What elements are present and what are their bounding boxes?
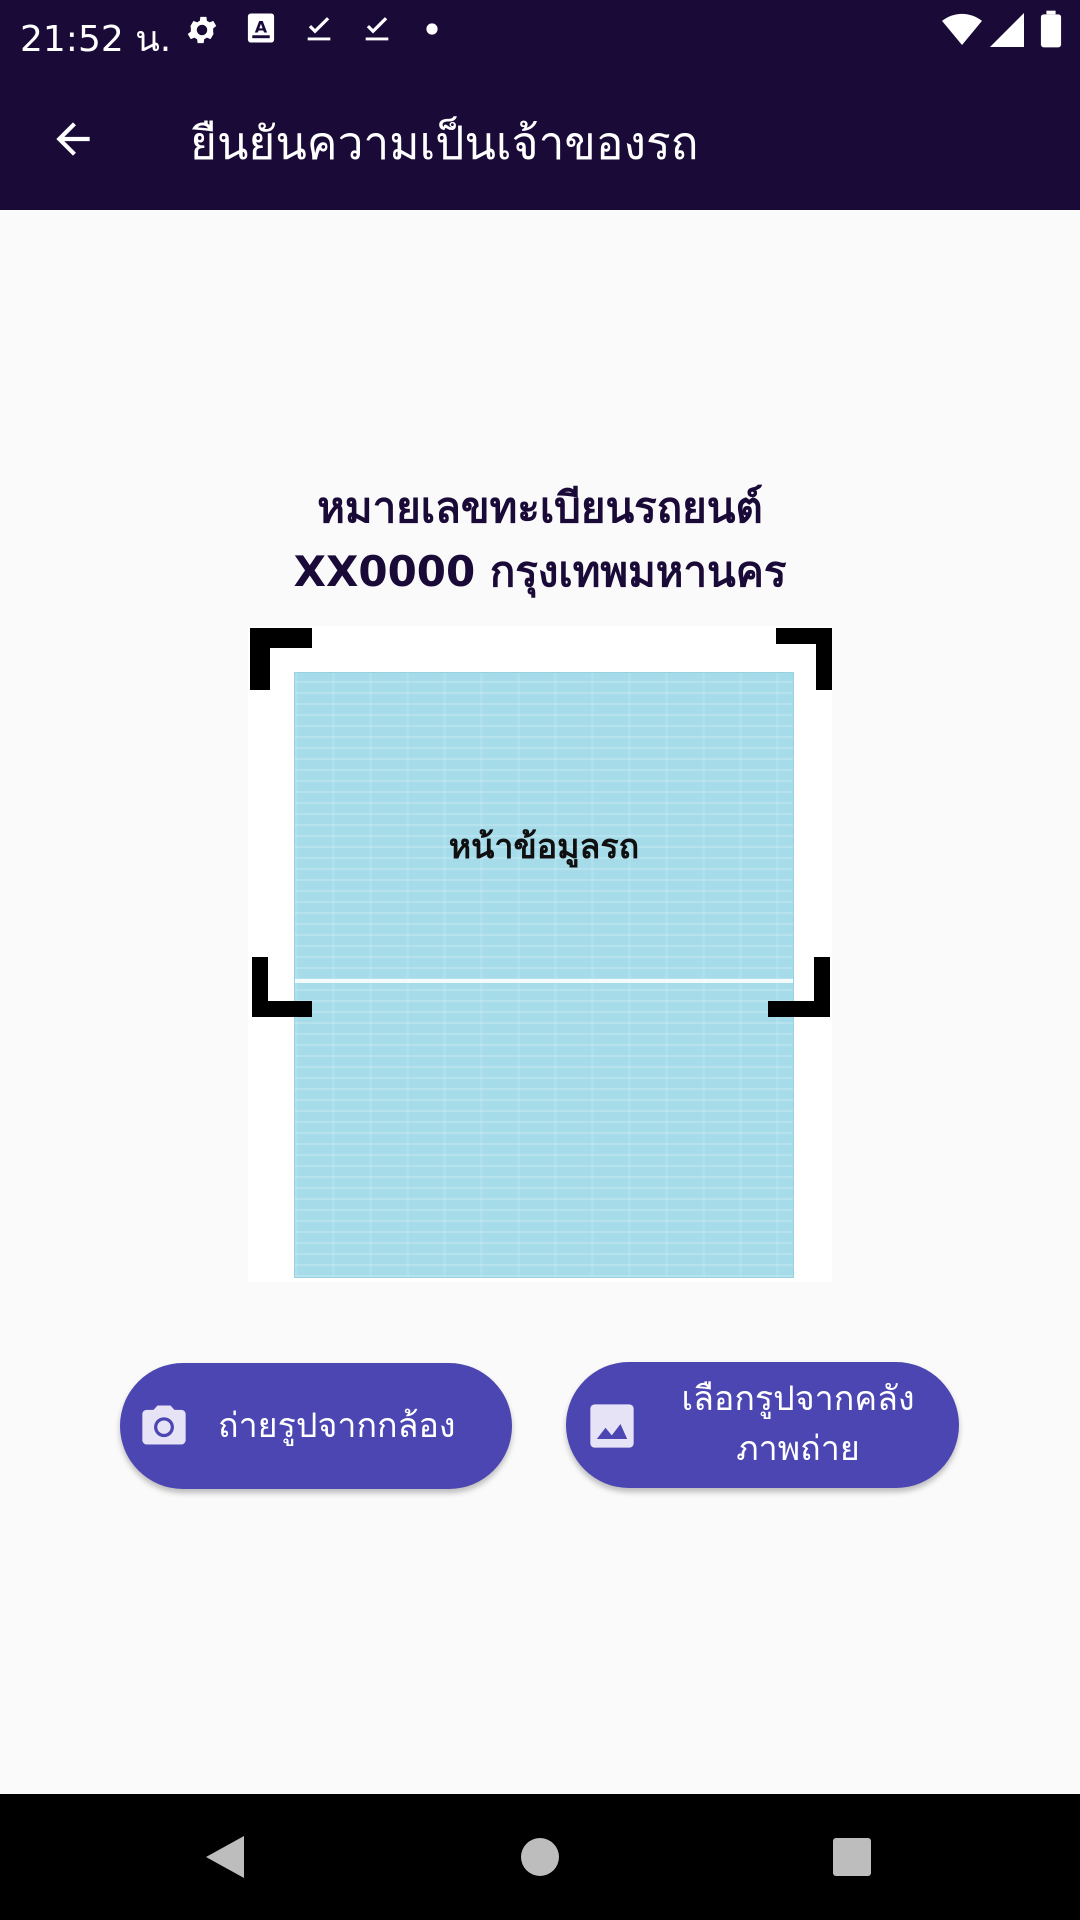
document-label: หน้าข้อมูลรถ [448,827,640,867]
document-fold-line [295,979,793,983]
status-icons-right [940,0,1080,63]
frame-corner-top-right [776,628,832,690]
app-bar: ยืนยันความเป็นเจ้าของรถ [0,63,1080,210]
arrow-back-icon [56,122,90,156]
camera-icon [142,1405,186,1445]
plate-heading: หมายเลขทะเบียนรถยนต์ XX0000 กรุงเทพมหานค… [0,476,1080,604]
status-time: 21:52 น. [20,19,172,60]
frame-corner-top-left [250,628,312,690]
dot-icon [426,23,438,35]
frame-corner-bottom-left [252,957,312,1017]
screen: 21:52 น. A ยืนยันความเป็นเจ้าของรถ หมายเ… [0,0,1080,1920]
navigation-bar [0,1794,1080,1920]
status-bar: 21:52 น. A [0,0,1080,63]
signal-icon [990,13,1024,47]
download-done-icon [365,17,389,41]
take-photo-button[interactable]: ถ่ายรูปจากกล้อง [120,1363,512,1489]
plate-heading-line2: XX0000 กรุงเทพมหานคร [293,547,787,596]
choose-from-gallery-button[interactable]: เลือกรูปจากคลังภาพถ่าย [566,1362,959,1488]
nav-recents-icon[interactable] [812,1822,892,1892]
take-photo-label: ถ่ายรูปจากกล้อง [218,1406,456,1446]
image-icon [590,1404,634,1448]
download-done-icon [307,17,331,41]
keyboard-icon: A [247,13,275,43]
frame-corner-bottom-right [768,957,830,1017]
plate-heading-line1: หมายเลขทะเบียนรถยนต์ [317,483,763,532]
choose-from-gallery-label: เลือกรูปจากคลังภาพถ่าย [681,1379,915,1469]
battery-icon [1040,10,1062,48]
gear-icon [187,16,217,44]
page-title: ยืนยันความเป็นเจ้าของรถ [190,116,699,170]
svg-text:A: A [255,17,268,36]
back-button[interactable] [28,99,118,179]
nav-home-icon[interactable] [500,1822,580,1892]
vehicle-document-image: หน้าข้อมูลรถ [294,672,794,1278]
document-frame[interactable]: หน้าข้อมูลรถ [248,626,832,1282]
wifi-icon [942,13,982,46]
nav-back-icon[interactable] [186,1822,266,1892]
